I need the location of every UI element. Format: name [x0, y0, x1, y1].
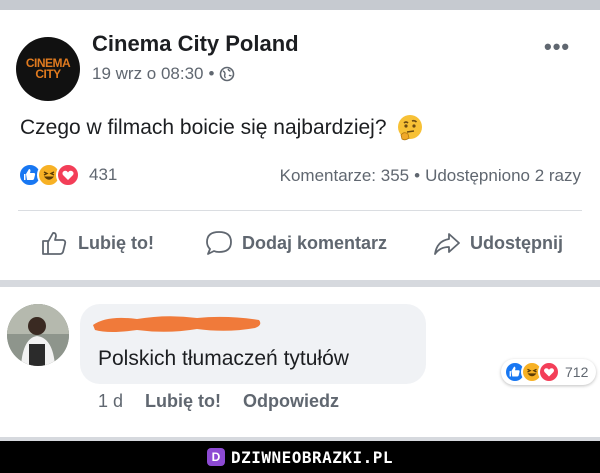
love-reaction-icon: [538, 361, 560, 383]
comment-reaction-count: 712: [565, 364, 589, 380]
thinking-face-icon: [397, 115, 422, 141]
stats-separator: •: [414, 166, 421, 185]
comment-button[interactable]: Dodaj komentarz: [204, 228, 387, 258]
watermark: D DZIWNEOBRAZKI.PL: [206, 447, 394, 467]
watermark-bar: D DZIWNEOBRAZKI.PL: [0, 441, 600, 473]
post-card: CINEMA CITY Cinema City Poland 19 wrz o …: [0, 10, 600, 280]
comment-bubble-icon: [206, 231, 232, 255]
meta-separator: •: [208, 64, 215, 83]
comment-reactions[interactable]: 712: [501, 359, 597, 385]
commenter-avatar[interactable]: [7, 304, 69, 366]
like-button-label: Lubię to!: [78, 232, 154, 253]
avatar-logo-line2: CITY: [35, 67, 61, 81]
watermark-text: DZIWNEOBRAZKI.PL: [230, 447, 394, 467]
post-stats: Komentarze: 355 • Udostępniono 2 razy: [0, 166, 581, 186]
post-text: Czego w filmach boicie się najbardziej?: [20, 116, 387, 139]
post-actions: Lubię to! Dodaj komentarz Udostępnij: [0, 228, 600, 268]
comment-actions: 1 d Lubię to! Odpowiedz: [98, 391, 339, 412]
post-meta: 19 wrz o 08:30 •: [92, 64, 235, 84]
like-button[interactable]: Lubię to!: [40, 228, 154, 258]
comment-like-button[interactable]: Lubię to!: [145, 391, 221, 412]
comment-bubble[interactable]: Polskich tłumaczeń tytułów 712: [80, 304, 597, 385]
comment-reply-button[interactable]: Odpowiedz: [243, 391, 339, 412]
actions-divider: [18, 210, 582, 211]
post-timestamp[interactable]: 19 wrz o 08:30: [92, 64, 204, 84]
comments-count[interactable]: Komentarze: 355: [280, 166, 409, 186]
redacted-name-scribble: [93, 316, 261, 332]
commenter-photo: [7, 304, 69, 366]
comment-section: Polskich tłumaczeń tytułów 712 1 d Lubię…: [0, 287, 600, 437]
watermark-logo-icon: D: [206, 448, 225, 466]
page-name[interactable]: Cinema City Poland: [92, 31, 299, 57]
post-body: Czego w filmach boicie się najbardziej?: [20, 113, 425, 143]
globe-icon: [220, 66, 235, 82]
top-separator: [0, 0, 600, 10]
page-avatar[interactable]: CINEMA CITY: [16, 37, 80, 101]
comment-button-label: Dodaj komentarz: [242, 232, 388, 253]
share-arrow-icon: [434, 233, 460, 255]
more-options-icon[interactable]: •••: [544, 34, 570, 60]
comment-age[interactable]: 1 d: [98, 391, 123, 412]
share-button[interactable]: Udostępnij: [432, 228, 563, 258]
share-button-label: Udostępnij: [470, 232, 563, 253]
thumbs-up-icon: [42, 232, 67, 255]
shares-count[interactable]: Udostępniono 2 razy: [425, 166, 581, 186]
comment-text: Polskich tłumaczeń tytułów: [98, 347, 349, 370]
